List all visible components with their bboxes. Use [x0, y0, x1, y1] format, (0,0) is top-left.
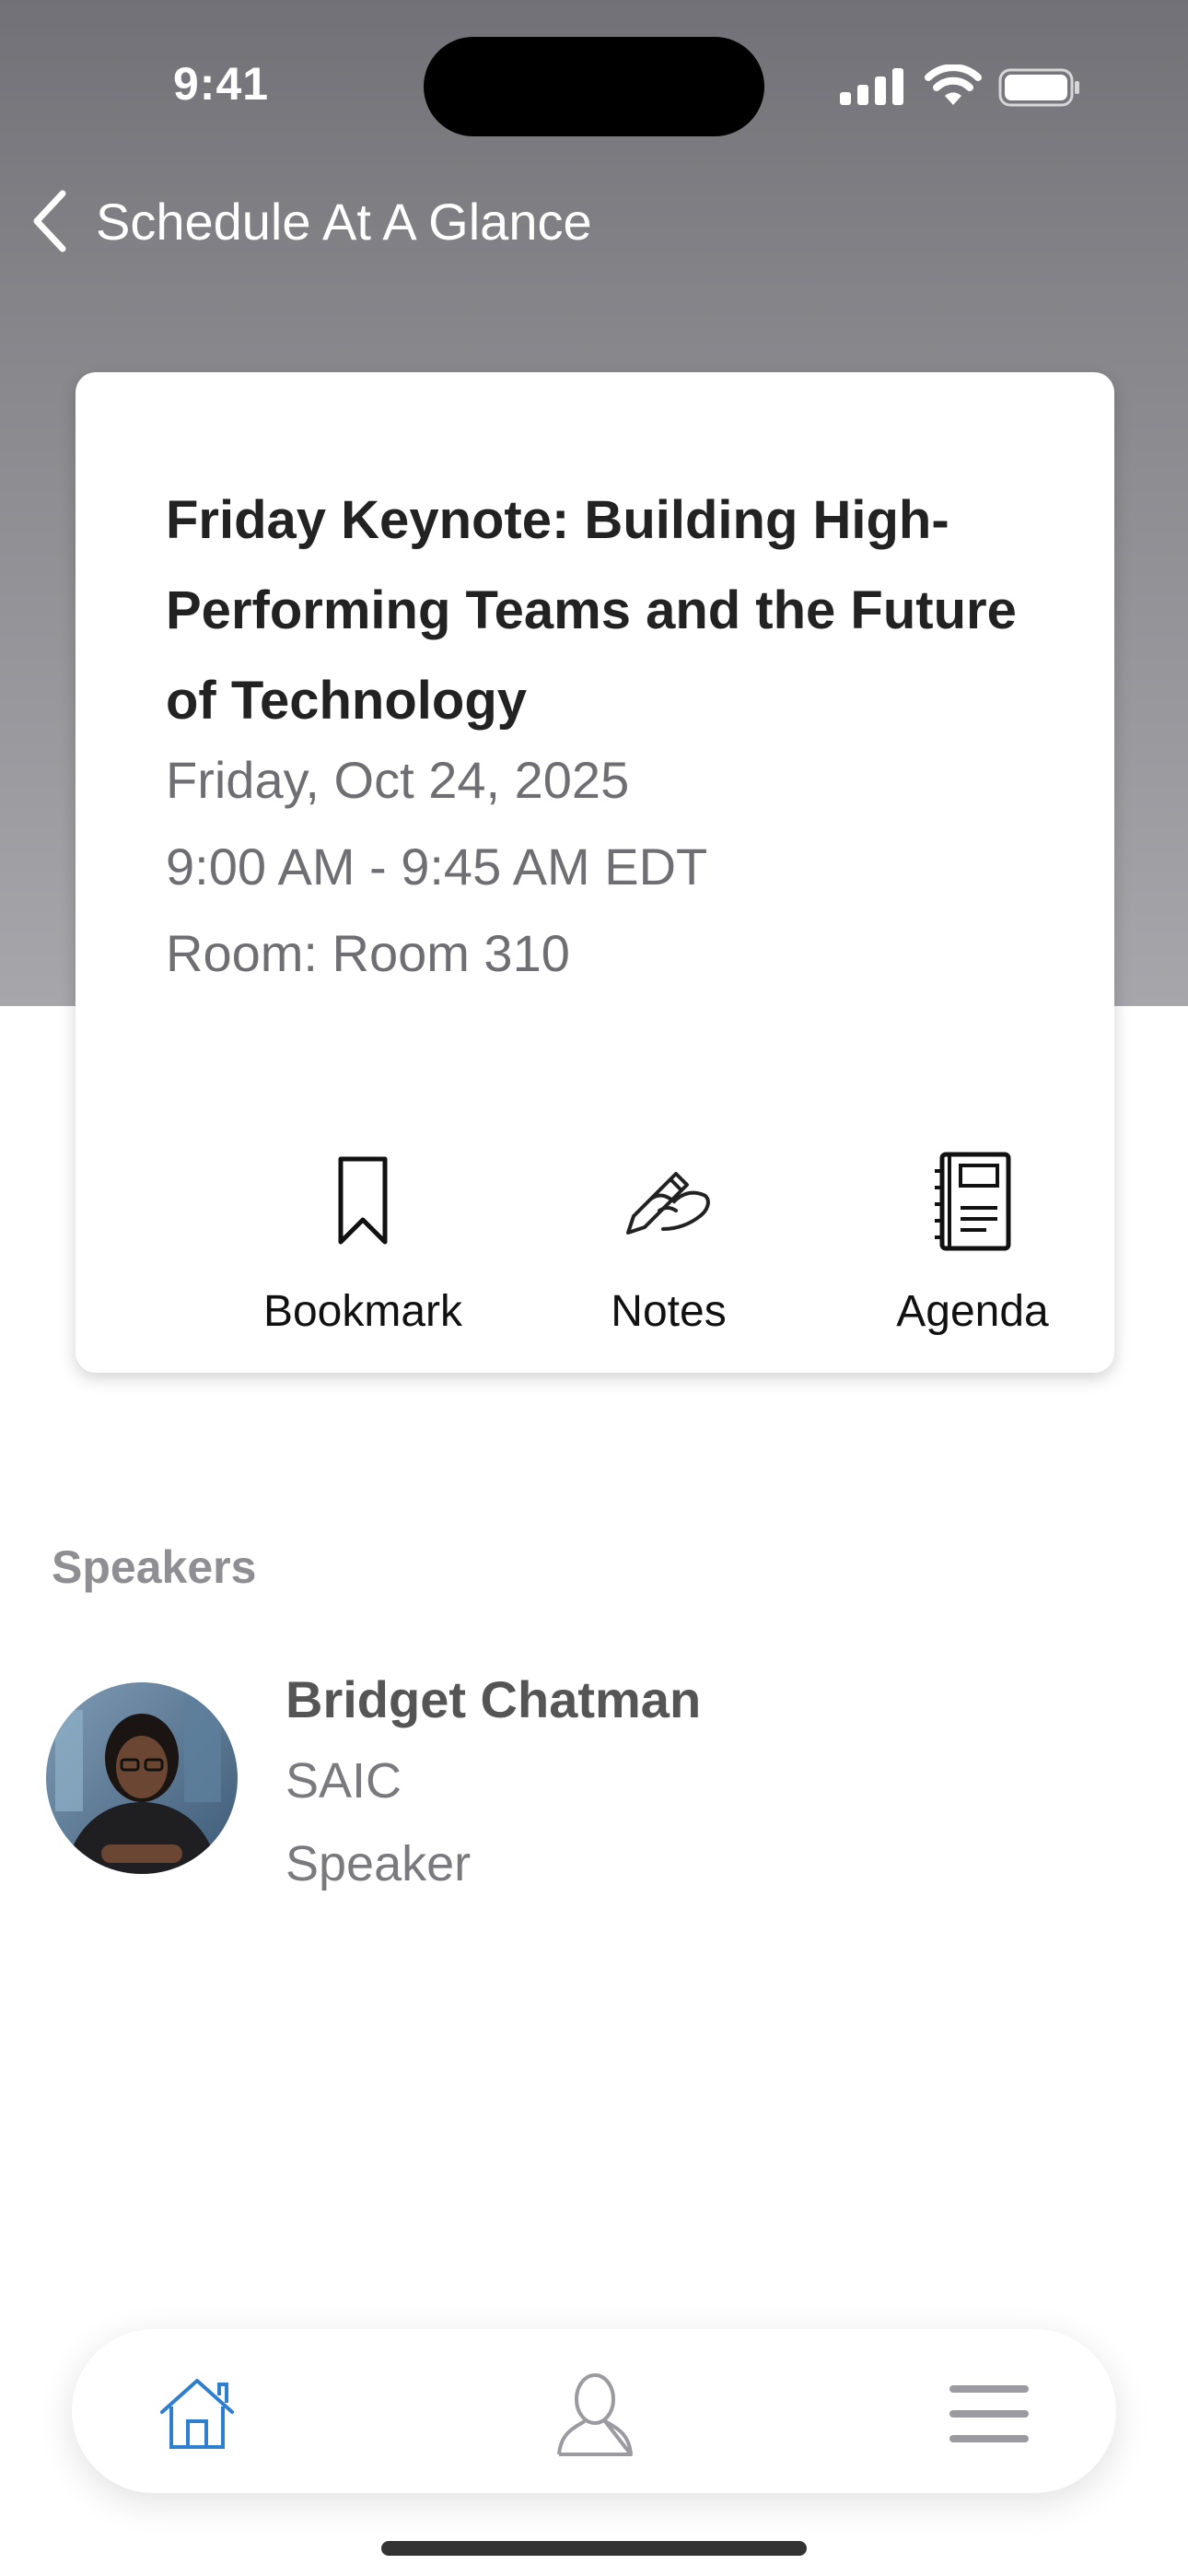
session-time: 9:00 AM - 9:45 AM EDT [166, 837, 708, 896]
bookmark-label: Bookmark [262, 1287, 463, 1336]
speakers-heading: Speakers [52, 1541, 257, 1593]
status-icons [840, 64, 1079, 111]
home-icon [160, 2379, 234, 2449]
session-card: Friday Keynote: Building High-Performing… [76, 372, 1114, 1373]
session-room: Room: Room 310 [166, 924, 570, 982]
speaker-organization: SAIC [285, 1753, 402, 1809]
wifi-icon [925, 64, 982, 105]
agenda-label: Agenda [896, 1287, 1049, 1336]
profile-icon [557, 2373, 633, 2456]
speaker-role: Speaker [285, 1836, 472, 1891]
tab-profile[interactable] [549, 2370, 641, 2458]
tab-bar [72, 2329, 1116, 2493]
nav-title[interactable]: Schedule At A Glance [96, 192, 592, 252]
tab-home[interactable] [151, 2370, 243, 2458]
speaker-avatar [46, 1682, 238, 1874]
session-title: Friday Keynote: Building High-Performing… [166, 490, 1017, 731]
cellular-signal-icon [840, 68, 903, 105]
agenda-button[interactable]: Agenda [825, 1146, 1120, 1349]
bookmark-button[interactable]: Bookmark [215, 1146, 510, 1349]
session-actions: Bookmark Notes Agenda [76, 1146, 1114, 1349]
dynamic-island [424, 37, 764, 136]
chevron-left-icon [33, 190, 66, 252]
notes-label: Notes [611, 1287, 727, 1336]
notebook-icon [935, 1152, 1011, 1251]
pen-hand-icon [626, 1172, 710, 1235]
home-indicator[interactable] [381, 2541, 807, 2556]
battery-icon [998, 68, 1079, 107]
bookmark-icon [338, 1156, 388, 1245]
status-time: 9:41 [173, 58, 270, 110]
speaker-name: Bridget Chatman [285, 1670, 702, 1728]
back-button[interactable] [26, 184, 72, 258]
notes-button[interactable]: Notes [521, 1146, 816, 1349]
tab-menu[interactable] [943, 2370, 1035, 2458]
menu-icon [949, 2385, 1029, 2442]
session-date: Friday, Oct 24, 2025 [166, 751, 630, 809]
